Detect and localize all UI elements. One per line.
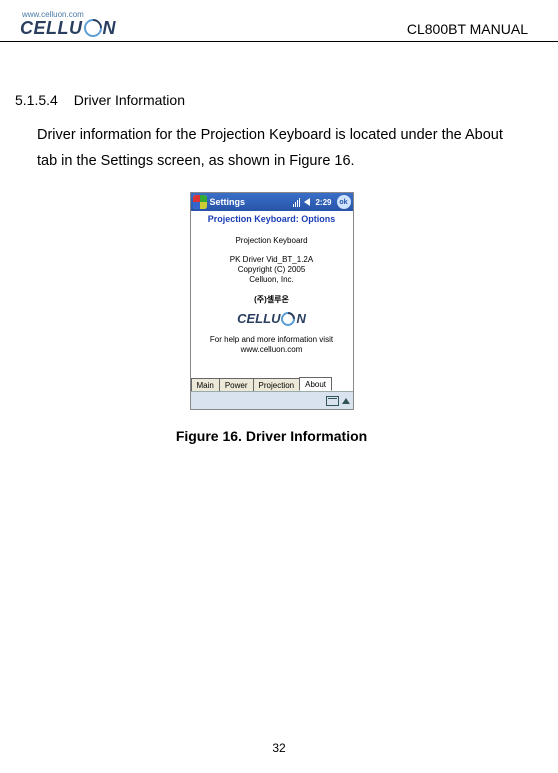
window-title: Settings: [210, 197, 246, 207]
tab-bar: Main Power Projection About: [191, 375, 353, 391]
logo-ring-icon: [80, 15, 105, 40]
clock: 2:29: [315, 198, 331, 207]
speaker-icon: [304, 198, 310, 206]
sip-caret-icon[interactable]: [342, 398, 350, 404]
company-name-korean: (주)셀루온: [254, 294, 289, 305]
about-logo: CELLU N: [191, 311, 353, 326]
tab-projection[interactable]: Projection: [253, 378, 301, 391]
about-line: Copyright (C) 2005: [191, 265, 353, 274]
figure: Settings 2:29 ok Projection Keyboard: Op…: [15, 192, 528, 444]
signal-icon: [293, 197, 299, 207]
section-number: 5.1.5.4: [15, 92, 58, 108]
page-number: 32: [0, 741, 558, 755]
body-paragraph: Driver information for the Projection Ke…: [37, 122, 524, 174]
about-footer-line: For help and more information visit: [191, 335, 353, 344]
tab-main[interactable]: Main: [191, 378, 220, 391]
keyboard-icon[interactable]: [326, 396, 339, 406]
tab-power[interactable]: Power: [219, 378, 254, 391]
logo-text: CELLU N: [20, 19, 116, 37]
about-line: Projection Keyboard: [191, 236, 353, 245]
figure-caption: Figure 16. Driver Information: [15, 428, 528, 444]
embedded-screenshot: Settings 2:29 ok Projection Keyboard: Op…: [190, 192, 354, 410]
section-heading: 5.1.5.4 Driver Information: [15, 92, 528, 108]
page-header: www.celluon.com CELLU N CL800BT MANUAL: [0, 0, 558, 42]
section-title: Driver Information: [74, 92, 185, 108]
about-footer-line: www.celluon.com: [191, 345, 353, 354]
input-panel-bar: [191, 391, 353, 409]
company-logo: www.celluon.com CELLU N: [20, 10, 116, 37]
start-icon[interactable]: [193, 195, 207, 209]
ok-button[interactable]: ok: [337, 195, 351, 209]
tab-about[interactable]: About: [299, 377, 332, 391]
document-title: CL800BT MANUAL: [407, 21, 528, 37]
window-subtitle: Projection Keyboard: Options: [191, 211, 353, 229]
window-titlebar: Settings 2:29 ok: [191, 193, 353, 211]
page-content: 5.1.5.4 Driver Information Driver inform…: [0, 42, 558, 444]
about-line: Celluon, Inc.: [191, 275, 353, 284]
about-line: PK Driver Vid_BT_1.2A: [191, 255, 353, 264]
about-panel: Projection Keyboard PK Driver Vid_BT_1.2…: [191, 229, 353, 354]
